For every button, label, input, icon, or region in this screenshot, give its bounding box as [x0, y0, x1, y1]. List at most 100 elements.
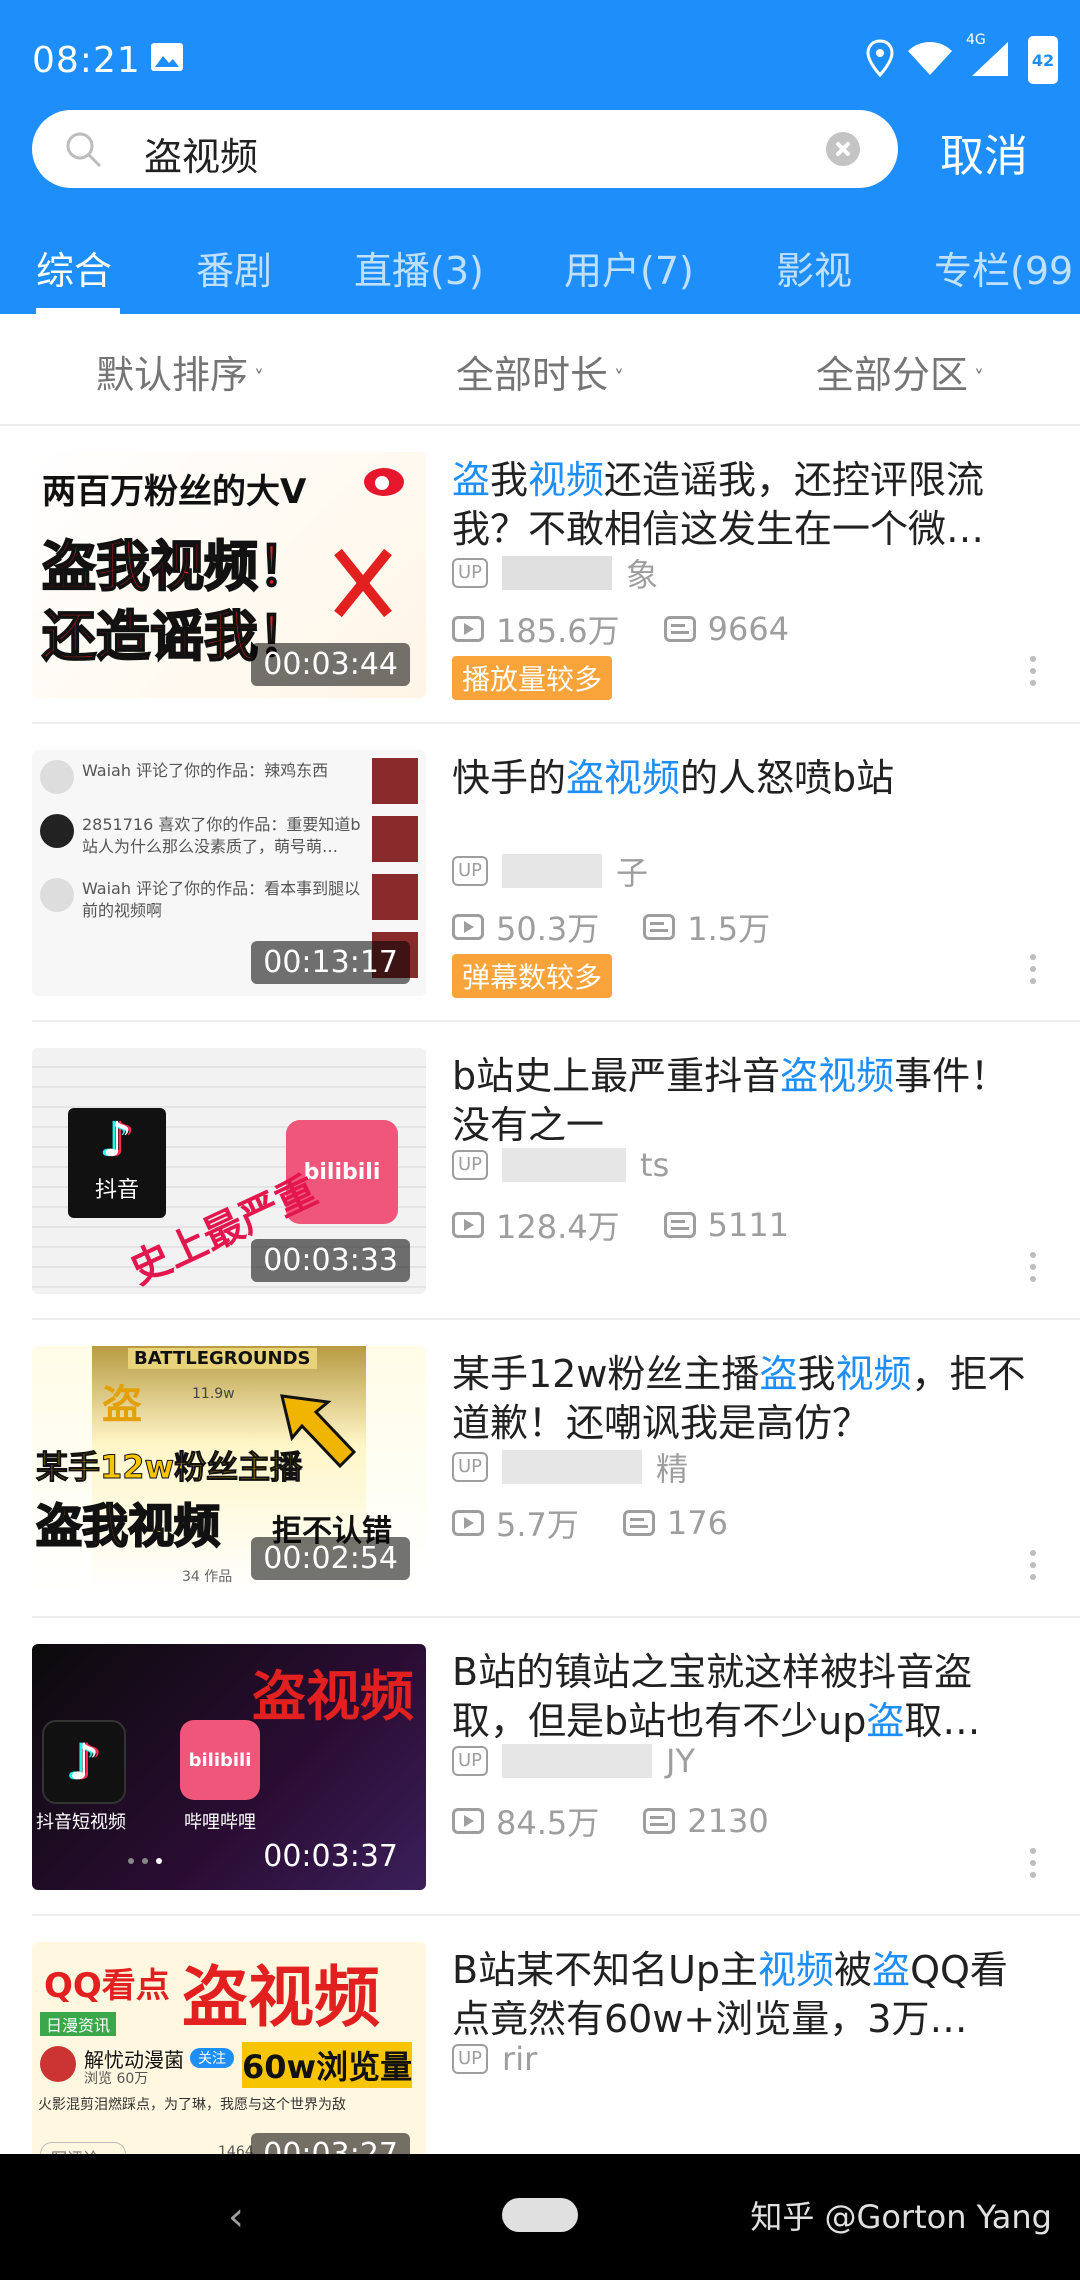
video-thumbnail[interactable]: QQ看点 盗视频 日漫资讯 解忧动漫菌 浏览 60万 关注 60w浏览量 火影混…: [32, 1942, 426, 2188]
danmaku-icon: [622, 1510, 655, 1536]
title-text: 快手的: [452, 756, 567, 800]
uploader-name: JY: [666, 1742, 696, 1780]
more-options-icon[interactable]: [1030, 1252, 1036, 1288]
more-options-icon[interactable]: [1030, 656, 1036, 692]
thumb-caption: 盗视频: [182, 1959, 380, 2036]
tab-movies[interactable]: 影视: [776, 240, 852, 295]
up-badge-icon: UP: [452, 2044, 489, 2074]
uploader-row[interactable]: UP rir: [452, 2040, 537, 2078]
clear-search-icon[interactable]: [826, 132, 860, 166]
back-icon[interactable]: ‹: [228, 2194, 244, 2240]
danmaku-count: 5111: [707, 1206, 790, 1244]
search-input[interactable]: 盗视频: [144, 126, 258, 181]
uploader-row[interactable]: UP 精: [452, 1444, 688, 1490]
more-options-icon[interactable]: [1030, 954, 1036, 990]
bilibili-icon: bilibili: [180, 1720, 260, 1800]
thumb-caption: 11.9w: [192, 1386, 235, 1402]
view-count: 185.6万: [496, 612, 620, 650]
tab-all[interactable]: 综合: [36, 240, 112, 295]
tab-bangumi[interactable]: 番剧: [196, 240, 272, 295]
up-badge-icon: UP: [452, 1150, 489, 1180]
zone-filter[interactable]: 全部分区 ˅: [816, 344, 984, 399]
status-time: 08:21: [32, 40, 141, 81]
video-thumbnail[interactable]: 两百万粉丝的大V 盗我视频！ 还造谣我！ 00:03:44: [32, 452, 426, 698]
blurred-name: [502, 556, 613, 590]
title-highlight: 视频: [835, 1352, 912, 1396]
location-icon: [866, 39, 894, 77]
video-title[interactable]: b站史上最严重抖音盗视频事件！没有之一: [452, 1052, 1042, 1150]
video-result-item[interactable]: 盗视频 ♪ 抖音短视频 bilibili 哔哩哔哩 00:03:37 B站的镇站…: [0, 1618, 1080, 1916]
watermark: 知乎 @Gorton Yang: [750, 2198, 1052, 2236]
uploader-name: 精: [656, 1450, 689, 1488]
play-count-icon: [452, 914, 484, 940]
chevron-down-icon: ˅: [974, 365, 985, 390]
blurred-name: [502, 1148, 627, 1182]
play-count-icon: [452, 616, 484, 642]
tab-articles[interactable]: 专栏(99: [934, 240, 1073, 295]
thumb-caption: 盗: [102, 1382, 142, 1428]
battery-icon: 42: [1028, 36, 1058, 84]
search-icon: [66, 132, 102, 168]
danmaku-icon: [643, 1808, 676, 1834]
view-count: 5.7万: [496, 1506, 579, 1544]
view-count: 84.5万: [496, 1804, 600, 1842]
thumb-caption: 盗我视频: [35, 1498, 221, 1554]
title-highlight: 盗: [872, 1948, 911, 1992]
title-highlight: 盗: [452, 458, 491, 502]
duration-filter[interactable]: 全部时长 ˅: [456, 344, 624, 399]
uploader-row[interactable]: UP ts: [452, 1146, 669, 1184]
home-pill[interactable]: [502, 2198, 578, 2232]
thumb-caption: 盗视频: [252, 1665, 414, 1728]
video-title[interactable]: 某手12w粉丝主播盗我视频，拒不道歉！还嘲讽我是高仿？: [452, 1350, 1042, 1448]
danmaku-count: 2130: [687, 1802, 769, 1840]
sort-filter[interactable]: 默认排序 ˅: [96, 344, 264, 399]
more-options-icon[interactable]: [1030, 1848, 1036, 1884]
video-thumbnail[interactable]: Waiah 评论了你的作品：辣鸡东西 2851716 喜欢了你的作品：重要知道b…: [32, 750, 426, 996]
uploader-row[interactable]: UP JY: [452, 1742, 695, 1780]
uploader-name: 子: [616, 854, 649, 892]
video-result-item[interactable]: Waiah 评论了你的作品：辣鸡东西 2851716 喜欢了你的作品：重要知道b…: [0, 724, 1080, 1022]
video-result-item[interactable]: ♪ 抖音 bilibili 史上最严重 00:03:33 b站史上最严重抖音盗视…: [0, 1022, 1080, 1320]
thumb-caption: 两百万粉丝的大V: [42, 472, 307, 512]
thumb-caption: 关注: [190, 2048, 234, 2068]
video-thumbnail[interactable]: 盗视频 ♪ 抖音短视频 bilibili 哔哩哔哩 00:03:37: [32, 1644, 426, 1890]
video-thumbnail[interactable]: ♪ 抖音 bilibili 史上最严重 00:03:33: [32, 1048, 426, 1294]
filter-bar: 默认排序 ˅ 全部时长 ˅ 全部分区 ˅: [0, 314, 1080, 426]
video-title[interactable]: B站某不知名Up主视频被盗QQ看点竟然有60w+浏览量，3万…: [452, 1946, 1042, 2044]
video-result-item[interactable]: BATTLEGROUNDS 盗 11.9w 某手12w粉丝主播 盗我视频 拒不认…: [0, 1320, 1080, 1618]
video-stats: 50.3万 1.5万: [452, 904, 770, 950]
avatar: [40, 878, 74, 912]
weibo-icon: [364, 468, 404, 496]
result-tag: 播放量较多: [452, 656, 613, 700]
title-text: 某手12w粉丝主播: [452, 1352, 760, 1396]
title-highlight: 盗: [866, 1699, 905, 1743]
tab-users[interactable]: 用户(7): [564, 240, 694, 295]
uploader-name: ts: [640, 1146, 670, 1184]
video-result-item[interactable]: 两百万粉丝的大V 盗我视频！ 还造谣我！ 00:03:44 盗我视频还造谣我，还…: [0, 426, 1080, 724]
tab-live[interactable]: 直播(3): [354, 240, 484, 295]
cancel-button[interactable]: 取消: [940, 120, 1028, 184]
title-text: B站某不知名Up主: [452, 1948, 759, 1992]
blurred-name: [502, 1450, 643, 1484]
video-title[interactable]: 快手的盗视频的人怒喷b站: [452, 754, 1042, 803]
uploader-row[interactable]: UP 子: [452, 848, 648, 894]
video-stats: 185.6万 9664: [452, 606, 789, 652]
up-badge-icon: UP: [452, 1452, 489, 1482]
uploader-row[interactable]: UP 象: [452, 550, 658, 596]
play-count-icon: [452, 1212, 484, 1238]
video-title[interactable]: 盗我视频还造谣我，还控评限流我？不敢相信这发生在一个微…: [452, 456, 1042, 554]
title-highlight: 视频: [528, 458, 605, 502]
title-text: 被: [834, 1948, 873, 1992]
danmaku-icon: [663, 616, 696, 642]
video-thumbnail[interactable]: BATTLEGROUNDS 盗 11.9w 某手12w粉丝主播 盗我视频 拒不认…: [32, 1346, 426, 1592]
thumb-caption: QQ看点: [44, 1966, 170, 2006]
title-highlight: 盗: [759, 1352, 798, 1396]
image-notification-icon: [151, 43, 183, 71]
avatar: [40, 760, 74, 794]
view-count: 128.4万: [496, 1208, 620, 1246]
system-nav-bar: ‹ 知乎 @Gorton Yang: [0, 2154, 1080, 2280]
search-box[interactable]: 盗视频: [32, 110, 898, 188]
result-tabs: 综合 番剧 直播(3) 用户(7) 影视 专栏(99: [0, 224, 1080, 314]
video-title[interactable]: B站的镇站之宝就这样被抖音盗取，但是b站也有不少up盗取…: [452, 1648, 1042, 1746]
more-options-icon[interactable]: [1030, 1550, 1036, 1586]
